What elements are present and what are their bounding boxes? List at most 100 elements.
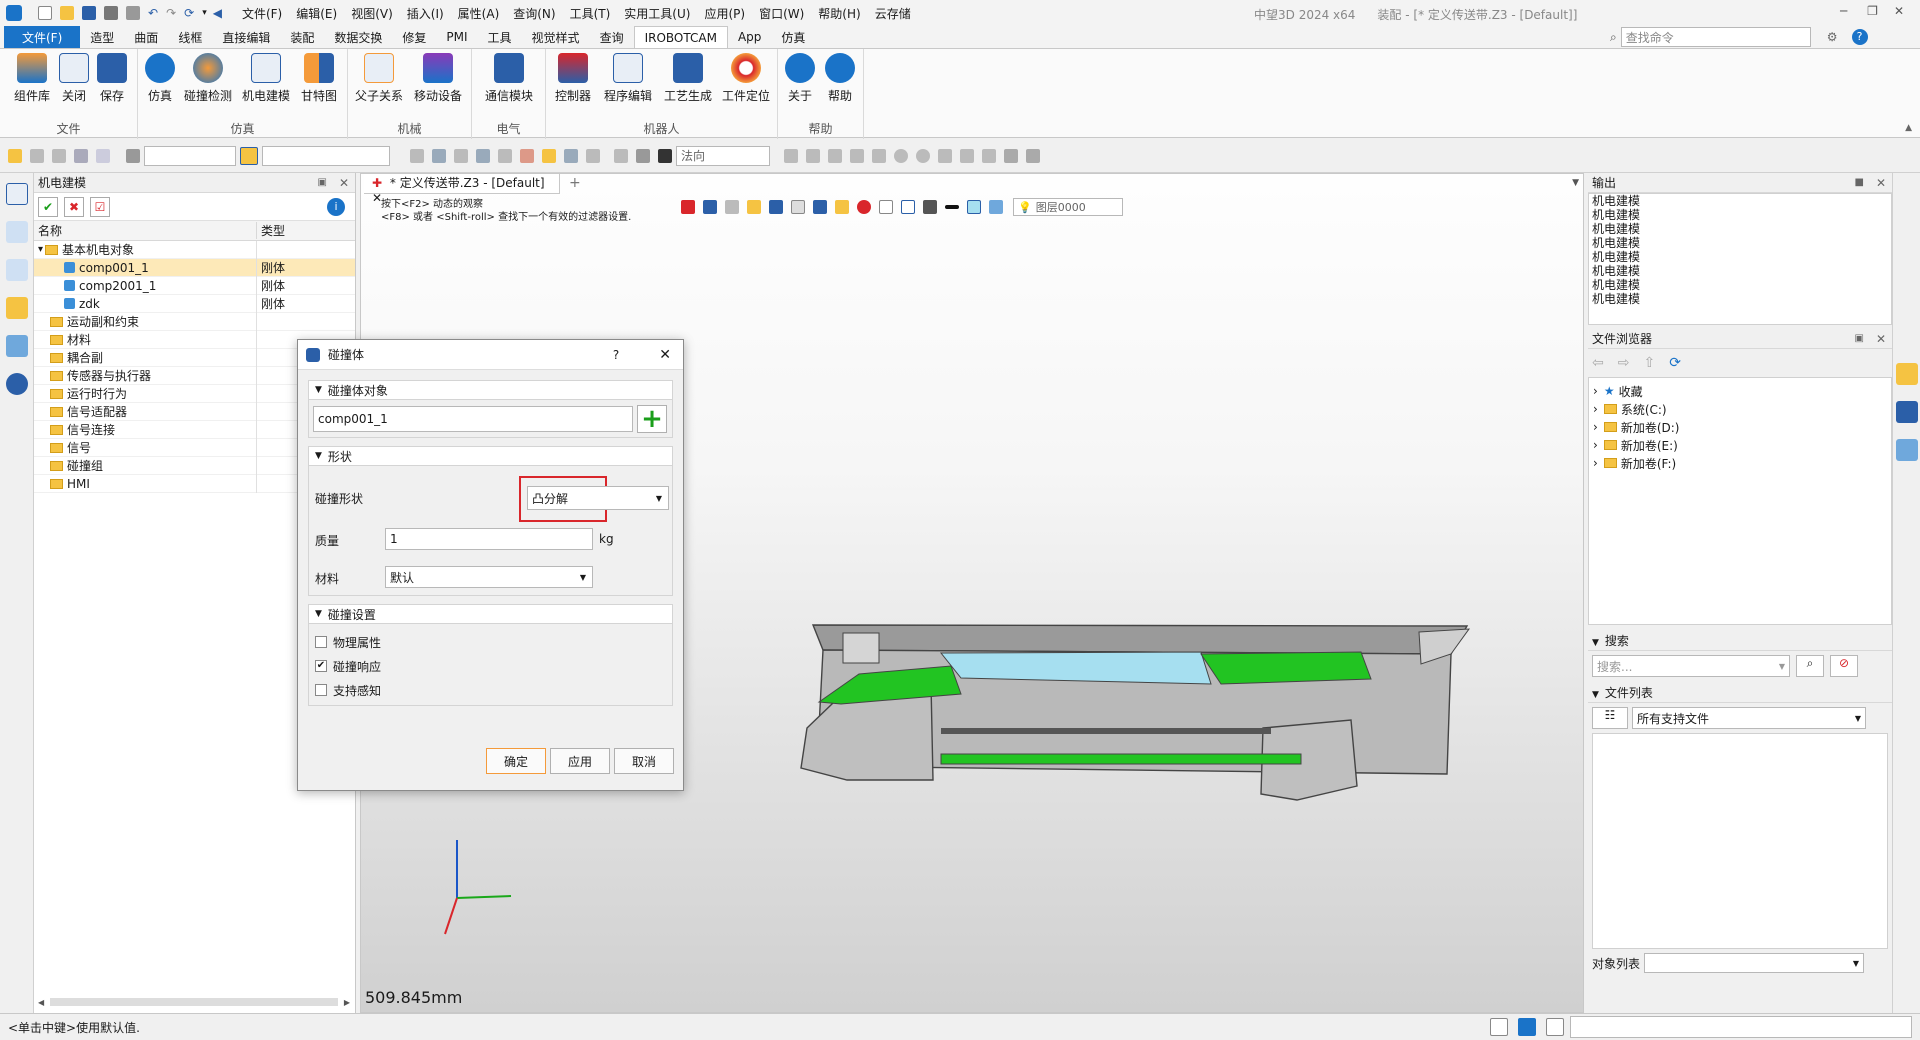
pick-mode-icon[interactable] <box>240 146 258 165</box>
about-button[interactable]: 关于 <box>782 53 818 104</box>
tool-k-icon[interactable] <box>636 148 650 163</box>
status-tool-a-icon[interactable] <box>1490 1018 1508 1036</box>
tree-row[interactable]: 运动副和约束 <box>34 312 355 331</box>
snap-circle-icon[interactable] <box>894 148 908 163</box>
snap-face-icon[interactable] <box>1004 148 1018 163</box>
confirm-icon[interactable]: ✔ <box>38 196 58 217</box>
dialog-help-button[interactable]: ? <box>613 348 619 362</box>
snap-angle-icon[interactable] <box>982 148 996 163</box>
entity-combo[interactable] <box>262 145 390 166</box>
assembly-tree-icon[interactable] <box>5 221 28 243</box>
menu-file[interactable]: 文件(F) <box>242 5 282 22</box>
document-tab[interactable]: ✚ * 定义传送带.Z3 - [Default] ✕ <box>364 174 560 205</box>
user-icon[interactable] <box>5 373 28 395</box>
tab-visual-style[interactable]: 视觉样式 <box>522 26 590 48</box>
minimize-icon[interactable]: ─ <box>1840 4 1847 18</box>
tab-modeling[interactable]: 造型 <box>80 26 124 48</box>
file-type-select[interactable]: 所有支持文件 ▼ <box>1632 707 1866 729</box>
tab-direct-edit[interactable]: 直接编辑 <box>212 26 280 48</box>
scroll-right-icon[interactable]: ▶ <box>344 998 350 1007</box>
tab-irobotcam[interactable]: IROBOTCAM <box>633 26 728 48</box>
nav-refresh-icon[interactable]: ⟳ <box>1669 355 1681 371</box>
dialog-close-icon[interactable]: ✕ <box>659 347 671 363</box>
horizontal-scrollbar[interactable]: ◀ ▶ <box>38 995 350 1009</box>
collision-object-input[interactable]: comp001_1 <box>313 405 633 432</box>
view-back-icon[interactable] <box>681 200 695 214</box>
tab-data-exchange[interactable]: 数据交换 <box>324 26 392 48</box>
tab-pmi[interactable]: PMI <box>436 26 477 48</box>
chevron-right-icon[interactable]: › <box>1593 402 1598 416</box>
redo-icon[interactable]: ↷ <box>166 6 176 20</box>
help-button[interactable]: 帮助 <box>822 53 858 104</box>
view-mode-icon[interactable]: ☷ <box>1592 707 1628 729</box>
menu-utilities[interactable]: 实用工具(U) <box>624 5 690 22</box>
file-tree-item[interactable]: › 系统(C:) <box>1593 400 1891 418</box>
menu-tools[interactable]: 工具(T) <box>570 5 611 22</box>
file-list-header[interactable]: ▼ 文件列表 <box>1588 683 1892 703</box>
simulate-button[interactable]: 仿真 <box>142 53 178 104</box>
file-tree-item[interactable]: › 新加卷(D:) <box>1593 418 1891 436</box>
tool-d-icon[interactable] <box>476 148 490 163</box>
box-select-icon[interactable] <box>74 148 88 163</box>
filter-combo[interactable] <box>144 145 236 166</box>
snap-line-icon[interactable] <box>872 148 886 163</box>
file-list[interactable] <box>1592 733 1888 949</box>
component-library-button[interactable]: 组件库 <box>10 53 54 104</box>
option-physics[interactable]: 物理属性 <box>315 630 666 654</box>
tool-l-icon[interactable] <box>658 148 672 163</box>
filter-icon[interactable] <box>126 148 140 163</box>
status-tool-c-icon[interactable] <box>1546 1018 1564 1036</box>
status-tool-b-icon[interactable] <box>1518 1018 1536 1036</box>
chevron-right-icon[interactable]: › <box>1593 438 1598 452</box>
snap-point-icon[interactable] <box>806 148 820 163</box>
object-list-select[interactable]: ▼ <box>1644 953 1865 973</box>
tab-wireframe[interactable]: 线框 <box>168 26 212 48</box>
collision-check-button[interactable]: 碰撞检测 <box>180 53 236 104</box>
doc-tab-pin-icon[interactable]: ✚ <box>372 176 382 190</box>
move-device-button[interactable]: 移动设备 <box>410 53 466 104</box>
menu-attribute[interactable]: 属性(A) <box>458 5 500 22</box>
section-shape[interactable]: ▼ 形状 <box>308 446 673 466</box>
tree-row[interactable]: comp2001_1 刚体 <box>34 276 355 295</box>
snap-solid-icon[interactable] <box>1026 148 1040 163</box>
file-tree-item[interactable]: › ★ 收藏 <box>1593 382 1891 400</box>
menu-view[interactable]: 视图(V) <box>351 5 393 22</box>
tab-query[interactable]: 查询 <box>590 26 634 48</box>
print-preview-icon[interactable] <box>126 6 140 20</box>
layers-icon[interactable] <box>1895 439 1918 461</box>
output-close-icon[interactable]: ✕ <box>1876 176 1886 190</box>
tool-i-icon[interactable] <box>586 148 600 163</box>
view-shaded-icon[interactable] <box>813 200 827 214</box>
controller-button[interactable]: 控制器 <box>550 53 596 104</box>
select-arrow-icon[interactable] <box>8 148 22 163</box>
view-fit-icon[interactable] <box>725 200 739 214</box>
apply-button[interactable]: 应用 <box>550 748 610 774</box>
clear-search-icon[interactable]: ⊘ <box>1830 655 1858 677</box>
view-color-icon[interactable] <box>967 200 981 214</box>
expand-icon[interactable]: ▾ <box>38 244 43 255</box>
view-layer-icon[interactable] <box>989 200 1003 214</box>
tab-surface[interactable]: 曲面 <box>124 26 168 48</box>
close-icon[interactable]: ✕ <box>1894 4 1904 18</box>
search-header[interactable]: ▼ 搜索 <box>1588 631 1892 651</box>
tool-b-icon[interactable] <box>432 148 446 163</box>
layer-combo[interactable]: 💡 图层0000 <box>1013 198 1123 216</box>
snap-mid-icon[interactable] <box>828 148 842 163</box>
close-button[interactable]: 关闭 <box>56 53 92 104</box>
polygon-select-icon[interactable] <box>96 148 110 163</box>
comm-module-button[interactable]: 通信模块 <box>482 53 536 104</box>
save-button[interactable]: 保存 <box>94 53 130 104</box>
collision-response-checkbox[interactable]: ✔ <box>315 660 327 672</box>
view-wire-icon[interactable] <box>791 200 805 214</box>
menu-apps[interactable]: 应用(P) <box>704 5 745 22</box>
tool-c-icon[interactable] <box>454 148 468 163</box>
undo-icon[interactable]: ↶ <box>148 6 158 20</box>
menu-help[interactable]: 帮助(H) <box>818 5 860 22</box>
print-icon[interactable] <box>104 6 118 20</box>
apply-check-icon[interactable]: ☑ <box>90 196 110 217</box>
tab-assembly[interactable]: 装配 <box>280 26 324 48</box>
tree-row[interactable]: comp001_1 刚体 <box>34 258 355 277</box>
option-collision-response[interactable]: ✔ 碰撞响应 <box>315 654 666 678</box>
ribbon-collapse-icon[interactable]: ▲ <box>1905 123 1912 133</box>
menu-cloud[interactable]: 云存储 <box>875 5 911 22</box>
